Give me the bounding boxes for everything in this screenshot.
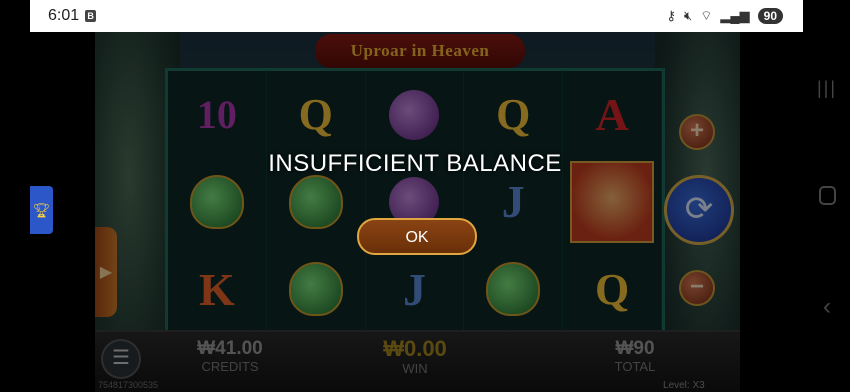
wifi-icon: ⌔: [700, 8, 713, 23]
insufficient-balance-message: INSUFFICIENT BALANCE: [268, 150, 562, 177]
slot-game: Uproar in Heaven 10 Q Q A J K J Q ▶ + ⟳ …: [95, 32, 740, 392]
modal-overlay: [95, 32, 740, 392]
home-button[interactable]: [812, 186, 842, 210]
home-icon: [818, 186, 836, 205]
signal-icon: ▂▄▆: [720, 8, 750, 23]
back-button[interactable]: ‹: [812, 293, 842, 321]
key-icon: ⚷: [666, 8, 676, 23]
battery-badge: 90: [757, 8, 783, 24]
trophy-icon: 🏆︎: [32, 201, 51, 218]
back-chevron-icon: ‹: [823, 293, 831, 320]
mute-icon: 🔇︎: [683, 8, 693, 23]
ok-button[interactable]: OK: [357, 218, 477, 255]
status-bar: 6:01 B ⚷ 🔇︎ ⌔ ▂▄▆ 90: [30, 0, 803, 32]
b-app-icon: B: [85, 10, 97, 22]
floating-widget-button[interactable]: 🏆︎: [30, 186, 53, 234]
recents-icon: |||: [816, 78, 838, 98]
clock: 6:01: [48, 7, 80, 24]
recents-button[interactable]: |||: [812, 78, 842, 99]
